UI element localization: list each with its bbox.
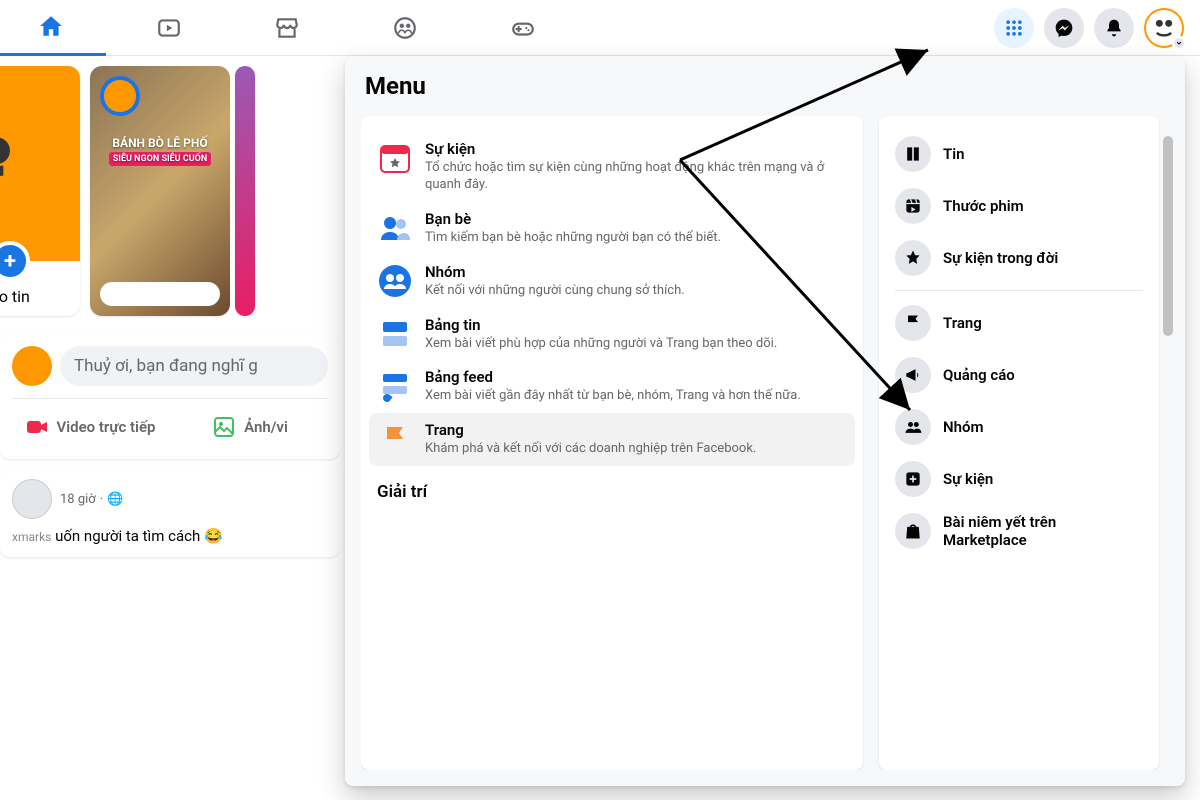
menu-grid-button[interactable]: [994, 8, 1034, 48]
menu-item-label: Nhóm: [425, 263, 685, 281]
create-item-label: Trang: [943, 314, 982, 332]
menu-item-desc: Tìm kiếm bạn bè hoặc những người bạn có …: [425, 230, 721, 247]
menu-item-feeds[interactable]: Bảng feed Xem bài viết gần đây nhất từ bạ…: [369, 360, 855, 413]
groups-icon: [377, 263, 413, 299]
create-item-label: Tin: [943, 145, 965, 163]
menu-divider: [895, 290, 1143, 291]
story-card[interactable]: BÁNH BÒ LÊ PHỐ SIÊU NGON SIÊU CUỐN: [90, 66, 230, 316]
menu-item-desc: Tổ chức hoặc tìm sự kiện cùng những hoạt…: [425, 160, 847, 194]
bell-icon: [1104, 18, 1124, 38]
post-text: uốn người ta tìm cách 😂: [55, 527, 223, 545]
home-icon: [38, 13, 64, 39]
menu-item-label: Bạn bè: [425, 210, 721, 228]
messenger-button[interactable]: [1044, 8, 1084, 48]
gaming-icon: [510, 15, 536, 41]
book-icon: [895, 136, 931, 172]
nav-gaming-tab[interactable]: [468, 0, 578, 56]
story-author-name: [100, 282, 220, 306]
create-item-label: Bài niêm yết trên Marketplace: [943, 513, 1143, 549]
text-fragment: xmarks: [12, 530, 51, 544]
menu-item-pages[interactable]: Trang Khám phá và kết nối với các doanh n…: [369, 413, 855, 466]
newsfeed-icon: [377, 316, 413, 352]
menu-item-calendar-star[interactable]: Sự kiện Tổ chức hoặc tìm sự kiện cùng nhữ…: [369, 132, 855, 202]
plus-square-icon: [895, 461, 931, 497]
menu-item-label: Bảng tin: [425, 316, 777, 334]
live-video-action[interactable]: Video trực tiếp: [12, 407, 168, 447]
menu-shortcuts-column[interactable]: Sự kiện Tổ chức hoặc tìm sự kiện cùng nhữ…: [361, 116, 863, 770]
megaphone-icon: [895, 357, 931, 393]
create-story-card[interactable]: + ạo tin: [0, 66, 80, 316]
marketplace-icon: [274, 15, 300, 41]
menu-create-column[interactable]: Tin Thước phim Sự kiện trong đời Trang Quảng…: [879, 116, 1159, 770]
friends-icon: [377, 210, 413, 246]
create-story-label: ạo tin: [0, 287, 30, 306]
menu-item-desc: Kết nối với những người cùng chung sở th…: [425, 283, 685, 300]
bag-icon: [895, 513, 931, 549]
menu-item-groups[interactable]: Nhóm Kết nối với những người cùng chung s…: [369, 255, 855, 308]
stories-tray[interactable]: + ạo tin BÁNH BÒ LÊ PHỐ SIÊU NGON SIÊU C…: [0, 66, 340, 326]
live-video-label: Video trực tiếp: [57, 418, 156, 436]
feed-post: 18 giờ · 🌐 xmarks uốn người ta tìm cách …: [0, 467, 340, 557]
composer-avatar[interactable]: [12, 346, 52, 386]
grid-icon: [1004, 18, 1024, 38]
composer-input[interactable]: Thuỷ ơi, bạn đang nghĩ g: [60, 346, 328, 386]
create-item-label: Sự kiện trong đời: [943, 249, 1058, 267]
photo-icon: [212, 415, 236, 439]
create-item-group[interactable]: Nhóm: [887, 401, 1151, 453]
create-item-label: Quảng cáo: [943, 366, 1015, 384]
create-item-star[interactable]: Sự kiện trong đời: [887, 232, 1151, 284]
create-item-label: Sự kiện: [943, 470, 993, 488]
create-item-megaphone[interactable]: Quảng cáo: [887, 349, 1151, 401]
story-author-avatar: [100, 76, 140, 116]
story-overlay-sub: SIÊU NGON SIÊU CUỐN: [109, 152, 211, 166]
menu-item-label: Trang: [425, 421, 756, 439]
menu-item-label: Sự kiện: [425, 140, 847, 158]
post-author-avatar[interactable]: [12, 479, 52, 519]
photo-video-label: Ảnh/vi: [244, 418, 288, 436]
chevron-down-icon: [1172, 36, 1186, 50]
menu-section-header: Giải trí: [369, 466, 855, 506]
menu-panel: Menu Sự kiện Tổ chức hoặc tìm sự kiện cùn…: [345, 56, 1185, 786]
menu-item-friends[interactable]: Bạn bè Tìm kiếm bạn bè hoặc những người b…: [369, 202, 855, 255]
group-icon: [895, 409, 931, 445]
create-item-plus-square[interactable]: Sự kiện: [887, 453, 1151, 505]
calendar-star-icon: [377, 140, 413, 176]
menu-item-newsfeed[interactable]: Bảng tin Xem bài viết phù hợp của những n…: [369, 308, 855, 361]
post-composer: Thuỷ ơi, bạn đang nghĩ g Video trực tiếp…: [0, 334, 340, 459]
flag-icon: [895, 305, 931, 341]
create-story-image: [0, 66, 80, 261]
reel-icon: [895, 188, 931, 224]
menu-item-desc: Khám phá và kết nối với các doanh nghiệp…: [425, 441, 756, 458]
account-avatar-button[interactable]: [1144, 8, 1184, 48]
scrollbar[interactable]: [1163, 136, 1173, 336]
post-timestamp: 18 giờ: [60, 492, 96, 507]
notifications-button[interactable]: [1094, 8, 1134, 48]
create-item-reel[interactable]: Thước phim: [887, 180, 1151, 232]
menu-title: Menu: [365, 72, 1177, 100]
top-navbar: [0, 0, 1200, 56]
groups-icon: [392, 15, 418, 41]
create-item-flag[interactable]: Trang: [887, 297, 1151, 349]
nav-groups-tab[interactable]: [350, 0, 460, 56]
create-item-label: Nhóm: [943, 418, 984, 436]
nav-marketplace-tab[interactable]: [232, 0, 342, 56]
pages-icon: [377, 421, 413, 457]
feeds-icon: [377, 368, 413, 404]
create-item-label: Thước phim: [943, 197, 1024, 215]
nav-home-tab[interactable]: [0, 0, 106, 56]
messenger-icon: [1054, 18, 1074, 38]
globe-icon: 🌐: [107, 492, 123, 507]
watch-icon: [156, 15, 182, 41]
create-item-book[interactable]: Tin: [887, 128, 1151, 180]
star-icon: [895, 240, 931, 276]
live-camera-icon: [25, 415, 49, 439]
menu-item-desc: Xem bài viết phù hợp của những người và …: [425, 336, 777, 353]
photo-video-action[interactable]: Ảnh/vi: [172, 407, 328, 447]
create-item-bag[interactable]: Bài niêm yết trên Marketplace: [887, 505, 1151, 557]
story-overlay-text: BÁNH BÒ LÊ PHỐ: [100, 136, 220, 150]
menu-item-desc: Xem bài viết gần đây nhất từ bạn bè, nhó…: [425, 388, 801, 405]
nav-watch-tab[interactable]: [114, 0, 224, 56]
story-card-peek[interactable]: [235, 66, 255, 316]
menu-item-label: Bảng feed: [425, 368, 801, 386]
